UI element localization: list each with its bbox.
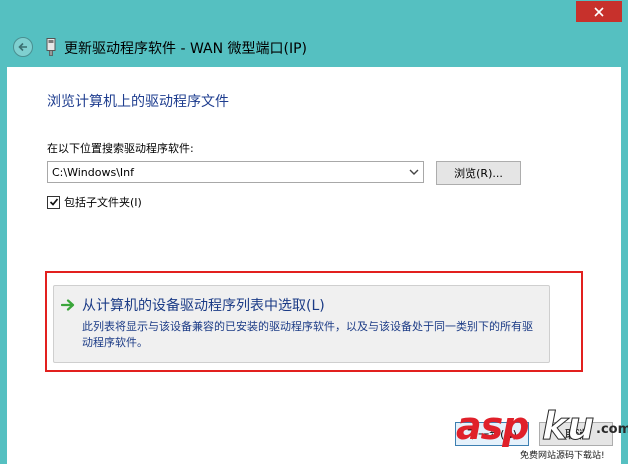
include-subfolders-row[interactable]: 包括子文件夹(I) (47, 194, 142, 210)
next-button[interactable]: 下一步(N) (455, 422, 529, 446)
check-icon (49, 198, 58, 206)
include-subfolders-label: 包括子文件夹(I) (64, 196, 142, 209)
page-heading: 浏览计算机上的驱动程序文件 (47, 94, 229, 110)
hardware-device-icon (46, 38, 56, 56)
window-title: 更新驱动程序软件 - WAN 微型端口(IP) (64, 41, 308, 57)
search-location-label: 在以下位置搜索驱动程序软件: (47, 142, 194, 155)
pick-from-list-option[interactable]: 从计算机的设备驱动程序列表中选取(L) 此列表将显示与该设备兼容的已安装的驱动程… (53, 285, 550, 363)
wizard-content: 浏览计算机上的驱动程序文件 在以下位置搜索驱动程序软件: 浏览(R)... 包括… (7, 67, 621, 464)
green-arrow-right-icon (61, 299, 75, 311)
path-input[interactable] (48, 165, 398, 179)
close-button[interactable] (576, 1, 622, 22)
path-combobox[interactable] (47, 161, 424, 183)
cancel-button[interactable]: 取消 (539, 422, 613, 446)
browse-button[interactable]: 浏览(R)... (436, 161, 521, 185)
back-button[interactable] (13, 37, 33, 57)
include-subfolders-checkbox[interactable] (47, 195, 60, 209)
close-icon (594, 6, 604, 17)
pick-option-title: 从计算机的设备驱动程序列表中选取(L) (82, 298, 325, 314)
back-arrow-icon (18, 42, 27, 52)
pick-option-description: 此列表将显示与该设备兼容的已安装的驱动程序软件，以及与该设备处于同一类别下的所有… (82, 320, 533, 349)
title-bar: 更新驱动程序软件 - WAN 微型端口(IP) (0, 0, 628, 66)
chevron-down-icon[interactable] (409, 168, 419, 176)
window-frame: 更新驱动程序软件 - WAN 微型端口(IP) 浏览计算机上的驱动程序文件 在以… (0, 0, 628, 464)
